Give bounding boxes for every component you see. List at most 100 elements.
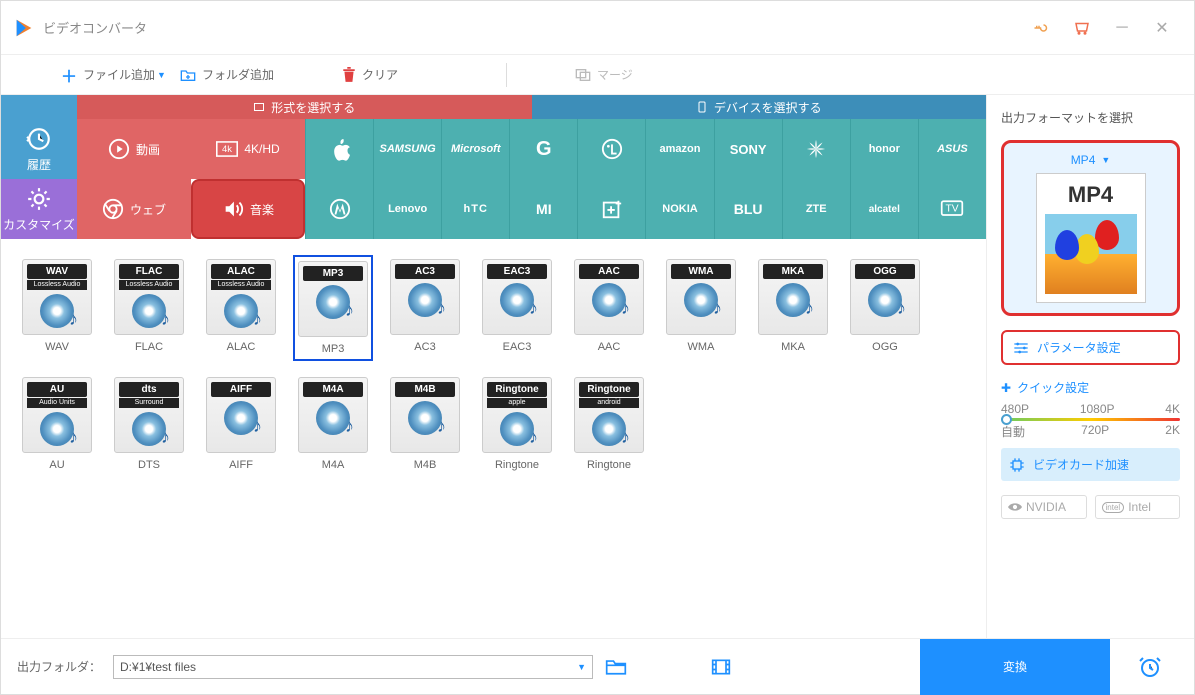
- output-format-selector[interactable]: MP4 ▼ MP4: [1001, 140, 1180, 316]
- add-folder-button[interactable]: フォルダ追加: [180, 66, 274, 83]
- format-item-mka[interactable]: MKA♪MKA: [753, 255, 833, 361]
- format-item-wma[interactable]: WMA♪WMA: [661, 255, 741, 361]
- brand-lenovo[interactable]: Lenovo: [373, 179, 441, 239]
- history-button[interactable]: 履歴: [1, 119, 77, 179]
- device-icon: [696, 101, 708, 113]
- preview-photo: [1045, 214, 1137, 294]
- brand-huawei[interactable]: [782, 119, 850, 179]
- output-folder-label: 出力フォルダ：: [17, 658, 101, 675]
- format-item-ringtone[interactable]: Ringtoneandroid♪Ringtone: [569, 373, 649, 475]
- brand-blu[interactable]: BLU: [714, 179, 782, 239]
- format-item-aiff[interactable]: AIFF♪AIFF: [201, 373, 281, 475]
- convert-button[interactable]: 変換: [920, 639, 1110, 695]
- brand-htc[interactable]: hTC: [441, 179, 509, 239]
- brand-alcatel[interactable]: alcatel: [850, 179, 918, 239]
- film-button[interactable]: [711, 658, 731, 676]
- apple-icon: [330, 137, 350, 161]
- merge-button[interactable]: マージ: [575, 66, 633, 83]
- format-label: M4A: [322, 459, 345, 471]
- activate-button[interactable]: [1022, 8, 1062, 48]
- format-label: Ringtone: [495, 459, 539, 471]
- format-item-ac3[interactable]: AC3♪AC3: [385, 255, 465, 361]
- brand-tv[interactable]: TV: [918, 179, 986, 239]
- chip-icon: [1009, 457, 1025, 473]
- add-file-button[interactable]: ＋ ファイル追加 ▼: [61, 63, 166, 87]
- format-label: WAV: [45, 341, 69, 353]
- tab-device[interactable]: デバイスを選択する: [532, 95, 987, 119]
- close-button[interactable]: ✕: [1142, 8, 1182, 48]
- brand-motorola[interactable]: [305, 179, 373, 239]
- fourk-icon: 4k: [216, 140, 238, 158]
- format-item-au[interactable]: AUAudio Units♪AU: [17, 373, 97, 475]
- gpu-intel[interactable]: intel Intel: [1095, 495, 1181, 519]
- category-web[interactable]: ウェブ: [77, 179, 191, 239]
- chevron-down-icon: ▼: [577, 662, 586, 672]
- category-4k[interactable]: 4k 4K/HD: [191, 119, 305, 179]
- svg-text:TV: TV: [946, 204, 959, 215]
- minimize-button[interactable]: ─: [1102, 8, 1142, 48]
- open-folder-button[interactable]: [605, 658, 627, 676]
- footer: 出力フォルダ： D:¥1¥test files ▼ 変換: [1, 638, 1194, 694]
- gpu-accel-button[interactable]: ビデオカード加速: [1001, 448, 1180, 481]
- output-folder-input[interactable]: D:¥1¥test files ▼: [113, 655, 593, 679]
- format-label: AAC: [598, 341, 621, 353]
- format-label: FLAC: [135, 341, 163, 353]
- gpu-accel-label: ビデオカード加速: [1033, 456, 1129, 473]
- brand-apple[interactable]: [305, 119, 373, 179]
- format-item-eac3[interactable]: EAC3♪EAC3: [477, 255, 557, 361]
- cart-button[interactable]: [1062, 8, 1102, 48]
- plus-icon: ＋: [61, 63, 77, 87]
- quick-settings-header: ✚ クイック設定: [1001, 379, 1180, 396]
- customize-button[interactable]: カスタマイズ: [1, 179, 77, 239]
- format-item-m4a[interactable]: M4A♪M4A: [293, 373, 373, 475]
- add-file-label: ファイル追加: [83, 66, 155, 83]
- brand-google[interactable]: G: [509, 119, 577, 179]
- brand-sony[interactable]: SONY: [714, 119, 782, 179]
- customize-label: カスタマイズ: [3, 216, 75, 233]
- format-label: M4B: [414, 459, 437, 471]
- plus-icon: ✚: [1001, 381, 1011, 395]
- format-item-dts[interactable]: dtsSurround♪DTS: [109, 373, 189, 475]
- brand-lg[interactable]: [577, 119, 645, 179]
- brand-amazon[interactable]: amazon: [645, 119, 713, 179]
- category-audio-label: 音楽: [250, 201, 274, 218]
- brand-oneplus[interactable]: [577, 179, 645, 239]
- category-video[interactable]: 動画: [77, 119, 191, 179]
- brand-xiaomi[interactable]: MI: [509, 179, 577, 239]
- format-item-ogg[interactable]: OGG♪OGG: [845, 255, 925, 361]
- slider-thumb[interactable]: [1001, 414, 1012, 425]
- brand-samsung[interactable]: SAMSUNG: [373, 119, 441, 179]
- gpu-nvidia[interactable]: NVIDIA: [1001, 495, 1087, 519]
- merge-icon: [575, 68, 591, 82]
- output-format-preview: MP4: [1036, 173, 1146, 303]
- speaker-icon: [222, 198, 244, 220]
- format-label: Ringtone: [587, 459, 631, 471]
- category-audio[interactable]: 音楽: [191, 179, 305, 239]
- chevron-down-icon: ▼: [157, 70, 166, 80]
- clear-button[interactable]: クリア: [342, 66, 398, 83]
- format-item-flac[interactable]: FLACLossless Audio♪FLAC: [109, 255, 189, 361]
- oneplus-icon: [601, 198, 623, 220]
- resolution-slider[interactable]: 480P 1080P 4K 自動 720P 2K: [1001, 402, 1180, 434]
- category-video-label: 動画: [136, 141, 160, 158]
- format-icon: [253, 101, 265, 113]
- format-item-aac[interactable]: AAC♪AAC: [569, 255, 649, 361]
- parameter-settings-button[interactable]: パラメータ設定: [1001, 330, 1180, 365]
- quick-settings-label: クイック設定: [1017, 379, 1089, 396]
- format-item-wav[interactable]: WAVLossless Audio♪WAV: [17, 255, 97, 361]
- tab-format[interactable]: 形式を選択する: [77, 95, 532, 119]
- brand-microsoft[interactable]: Microsoft: [441, 119, 509, 179]
- format-label: EAC3: [503, 341, 532, 353]
- schedule-button[interactable]: [1122, 639, 1178, 695]
- chevron-down-icon: ▼: [1101, 155, 1110, 165]
- main-body: 形式を選択する デバイスを選択する 履歴 カスタマイズ: [1, 95, 1194, 638]
- format-item-mp3[interactable]: MP3♪MP3: [293, 255, 373, 361]
- format-item-m4b[interactable]: M4B♪M4B: [385, 373, 465, 475]
- format-item-ringtone[interactable]: Ringtoneapple♪Ringtone: [477, 373, 557, 475]
- brand-asus[interactable]: ASUS: [918, 119, 986, 179]
- brand-honor[interactable]: honor: [850, 119, 918, 179]
- brand-nokia[interactable]: NOKIA: [645, 179, 713, 239]
- history-label: 履歴: [27, 156, 51, 173]
- format-item-alac[interactable]: ALACLossless Audio♪ALAC: [201, 255, 281, 361]
- brand-zte[interactable]: ZTE: [782, 179, 850, 239]
